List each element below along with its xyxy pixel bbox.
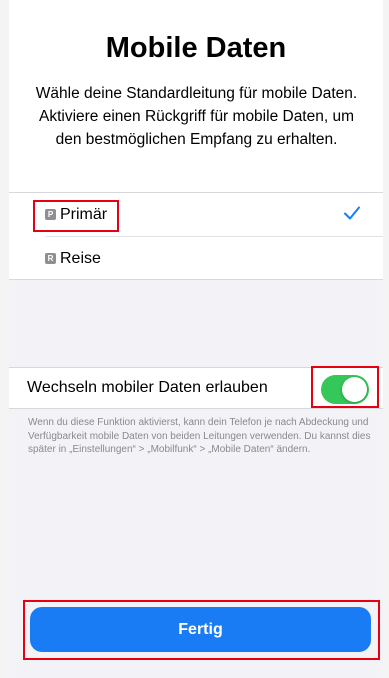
page-title: Mobile Daten xyxy=(105,32,287,64)
toggle-highlight-frame xyxy=(311,366,379,408)
mobile-data-setup-screen: Mobile Daten Wähle deine Standardleitung… xyxy=(0,0,389,678)
right-edge xyxy=(383,0,389,678)
done-highlight-frame xyxy=(23,600,380,660)
line-option-travel[interactable]: R Reise xyxy=(9,237,383,280)
checkmark-icon xyxy=(343,205,361,226)
primary-highlight-frame xyxy=(33,200,119,232)
page-subtitle: Wähle deine Standardleitung für mobile D… xyxy=(35,85,358,148)
line-badge-icon: R xyxy=(45,253,56,264)
line-label-travel: Reise xyxy=(60,249,101,267)
data-switching-description: Wenn du diese Funktion aktivierst, kann … xyxy=(28,417,371,455)
data-switching-label: Wechseln mobiler Daten erlauben xyxy=(27,379,268,396)
left-edge xyxy=(0,0,9,678)
